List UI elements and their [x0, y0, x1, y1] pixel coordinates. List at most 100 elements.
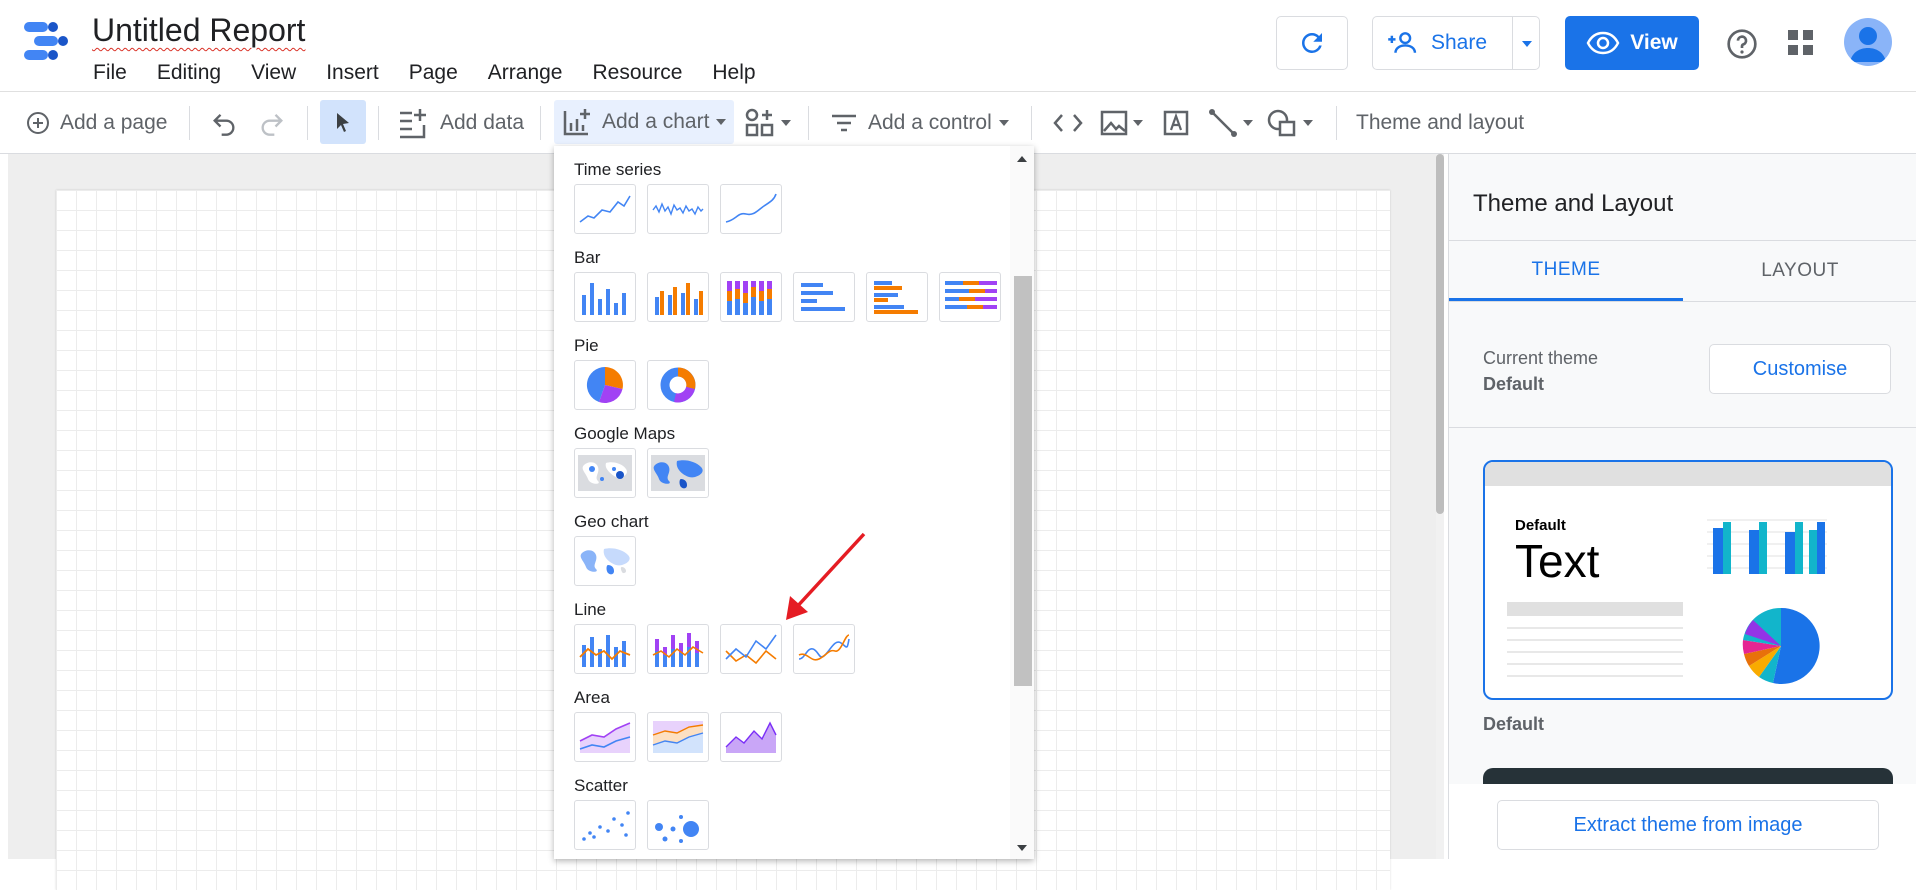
toolbar-separator [307, 106, 308, 140]
shapes-icon [1267, 109, 1296, 136]
geo-chart-option[interactable] [574, 536, 636, 586]
category-google-maps: Google Maps [574, 424, 676, 443]
theme-and-layout-label: Theme and layout [1356, 110, 1525, 134]
tab-layout[interactable]: LAYOUT [1683, 241, 1916, 301]
grouped-bar-chart-option[interactable] [866, 272, 928, 322]
menu-view[interactable]: View [236, 60, 311, 86]
stacked-column-chart-option[interactable] [720, 272, 782, 322]
category-scatter: Scatter [574, 776, 628, 795]
add-page-label: Add a page [60, 110, 168, 134]
category-area: Area [574, 688, 610, 707]
smoothed-time-series-option[interactable] [720, 184, 782, 234]
bar-chart-option[interactable] [793, 272, 855, 322]
time-series-icon [579, 195, 631, 223]
chart-type-dropdown: Time series Bar Pie Google Maps Geo char… [554, 146, 1034, 859]
stacked-area-chart-option[interactable] [647, 712, 709, 762]
shape-button[interactable] [1266, 92, 1314, 153]
bubble-map-icon [578, 455, 632, 491]
geo-chart-icon [580, 548, 630, 575]
customise-button[interactable]: Customise [1709, 344, 1891, 394]
dropdown-scrollbar-thumb[interactable] [1014, 276, 1032, 686]
filled-map-icon [651, 455, 705, 491]
theme-card-label: Default [1483, 714, 1545, 734]
add-component-button[interactable] [744, 92, 792, 153]
share-dropdown-icon[interactable] [1520, 37, 1534, 51]
add-data-icon [400, 108, 426, 138]
line-chart-icon [725, 634, 777, 665]
scatter-chart-option[interactable] [574, 800, 636, 850]
toolbar-separator [540, 106, 541, 140]
scatter-chart-icon [582, 811, 630, 841]
undo-button[interactable] [210, 92, 238, 153]
refresh-data-button[interactable] [1276, 16, 1348, 70]
column-chart-option[interactable] [574, 272, 636, 322]
chevron-down-icon [998, 119, 1009, 126]
redo-button[interactable] [258, 92, 286, 153]
scroll-down-icon[interactable] [1016, 843, 1028, 853]
tab-theme[interactable]: THEME [1449, 241, 1683, 301]
cursor-arrow-icon [337, 113, 349, 132]
menu-resource[interactable]: Resource [578, 60, 698, 86]
chevron-down-icon [1303, 119, 1313, 126]
data-studio-logo[interactable] [24, 18, 78, 66]
canvas-scrollbar[interactable] [1436, 154, 1444, 859]
theme-layout-panel: Theme and Layout THEME LAYOUT Current th… [1448, 154, 1916, 859]
text-box-button[interactable] [1162, 92, 1190, 153]
refresh-icon [1302, 32, 1322, 53]
add-circle-icon [27, 111, 49, 134]
stacked-bar-chart-option[interactable] [939, 272, 1001, 322]
theme-preview-pie-chart [1742, 607, 1820, 684]
combo-chart-option[interactable] [574, 624, 636, 674]
add-data-button[interactable]: Add data [396, 92, 524, 153]
image-button[interactable] [1100, 92, 1144, 153]
menu-page[interactable]: Page [394, 60, 473, 86]
donut-chart-option[interactable] [647, 360, 709, 410]
undo-icon [213, 113, 235, 136]
filled-map-option[interactable] [647, 448, 709, 498]
avatar[interactable] [1844, 18, 1892, 66]
view-button[interactable]: View [1565, 16, 1699, 70]
menu-bar: File Editing View Insert Page Arrange Re… [92, 60, 771, 86]
bubble-chart-option[interactable] [647, 800, 709, 850]
current-theme-label: Current theme [1483, 348, 1599, 368]
chevron-down-icon [1133, 119, 1143, 126]
report-title[interactable]: Untitled Report [92, 12, 305, 49]
line-chart-option[interactable] [720, 624, 782, 674]
line-button[interactable] [1208, 92, 1254, 153]
scroll-up-icon[interactable] [1016, 154, 1028, 164]
menu-arrange[interactable]: Arrange [473, 60, 578, 86]
add-chart-button[interactable]: Add a chart [554, 100, 734, 144]
menu-insert[interactable]: Insert [311, 60, 394, 86]
panel-tabs: THEME LAYOUT [1449, 240, 1916, 302]
stacked-area-icon [652, 721, 704, 753]
stacked-combo-chart-option[interactable] [647, 624, 709, 674]
theme-and-layout-button[interactable]: Theme and layout [1356, 92, 1524, 153]
theme-card-default[interactable]: Default Text [1483, 460, 1893, 700]
grouped-column-chart-option[interactable] [647, 272, 709, 322]
help-icon[interactable] [1726, 28, 1758, 60]
embed-url-button[interactable] [1052, 92, 1084, 153]
panel-title: Theme and Layout [1473, 190, 1674, 217]
apps-grid-icon[interactable] [1788, 30, 1814, 56]
pie-chart-option[interactable] [574, 360, 636, 410]
bubble-map-option[interactable] [574, 448, 636, 498]
chevron-down-icon [1243, 119, 1253, 126]
percent-area-chart-option[interactable] [720, 712, 782, 762]
add-control-button[interactable]: Add a control [830, 92, 1010, 153]
extract-theme-button[interactable]: Extract theme from image [1497, 800, 1879, 850]
menu-editing[interactable]: Editing [142, 60, 236, 86]
smoothed-line-chart-option[interactable] [793, 624, 855, 674]
canvas-scrollbar-thumb[interactable] [1436, 154, 1444, 514]
add-page-button[interactable]: Add a page [26, 92, 167, 153]
time-series-chart-option[interactable] [574, 184, 636, 234]
sparkline-chart-option[interactable] [647, 184, 709, 234]
combo-chart-icon [579, 635, 631, 667]
add-person-icon [1388, 32, 1417, 53]
select-tool-button[interactable] [320, 100, 366, 144]
menu-file[interactable]: File [92, 60, 142, 86]
share-button[interactable]: Share [1372, 16, 1540, 70]
column-chart-icon [582, 283, 626, 315]
area-chart-icon [579, 722, 631, 753]
menu-help[interactable]: Help [697, 60, 770, 86]
area-chart-option[interactable] [574, 712, 636, 762]
